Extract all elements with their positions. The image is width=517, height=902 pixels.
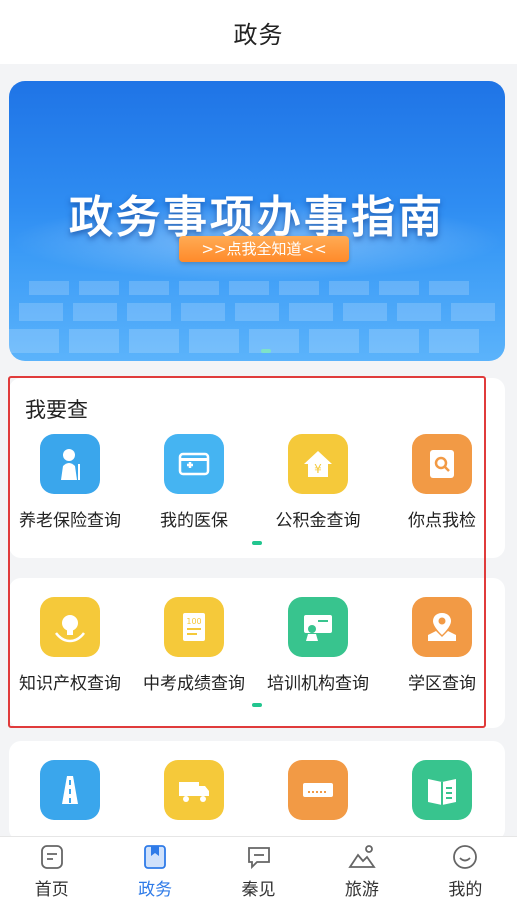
service-logistics[interactable] (132, 760, 256, 820)
service-road[interactable] (8, 760, 132, 820)
truck-icon (164, 760, 224, 820)
service-device[interactable] (256, 760, 380, 820)
tab-label: 旅游 (344, 880, 379, 900)
tab-home[interactable]: 首页 (0, 837, 103, 902)
bottom-tab-bar: 首页 政务 秦见 旅游 我的 (0, 836, 517, 902)
tab-government[interactable]: 政务 (103, 837, 206, 902)
tab-qinjian[interactable]: 秦见 (207, 837, 310, 902)
chat-icon (247, 847, 270, 870)
page-title: 政务 (233, 20, 284, 49)
home-icon (40, 845, 63, 869)
book-icon (412, 760, 472, 820)
banner-page-indicator (261, 349, 271, 353)
tab-label: 秦见 (241, 880, 276, 900)
app-header: 政务 (0, 0, 517, 64)
tab-travel[interactable]: 旅游 (310, 837, 413, 902)
banner[interactable]: 政务事项办事指南 >>点我全知道<< (9, 81, 505, 361)
mountain-icon (348, 845, 376, 868)
bookmark-icon (144, 845, 167, 869)
highlight-frame (8, 376, 486, 728)
device-icon (288, 760, 348, 820)
profile-icon (453, 845, 478, 869)
service-guide-book[interactable] (380, 760, 504, 820)
road-icon (40, 760, 100, 820)
tab-label: 我的 (448, 880, 483, 900)
banner-cta-button[interactable]: >>点我全知道<< (179, 236, 349, 262)
tab-mine[interactable]: 我的 (414, 837, 517, 902)
tab-label: 政务 (138, 880, 173, 900)
tab-label: 首页 (34, 880, 69, 900)
